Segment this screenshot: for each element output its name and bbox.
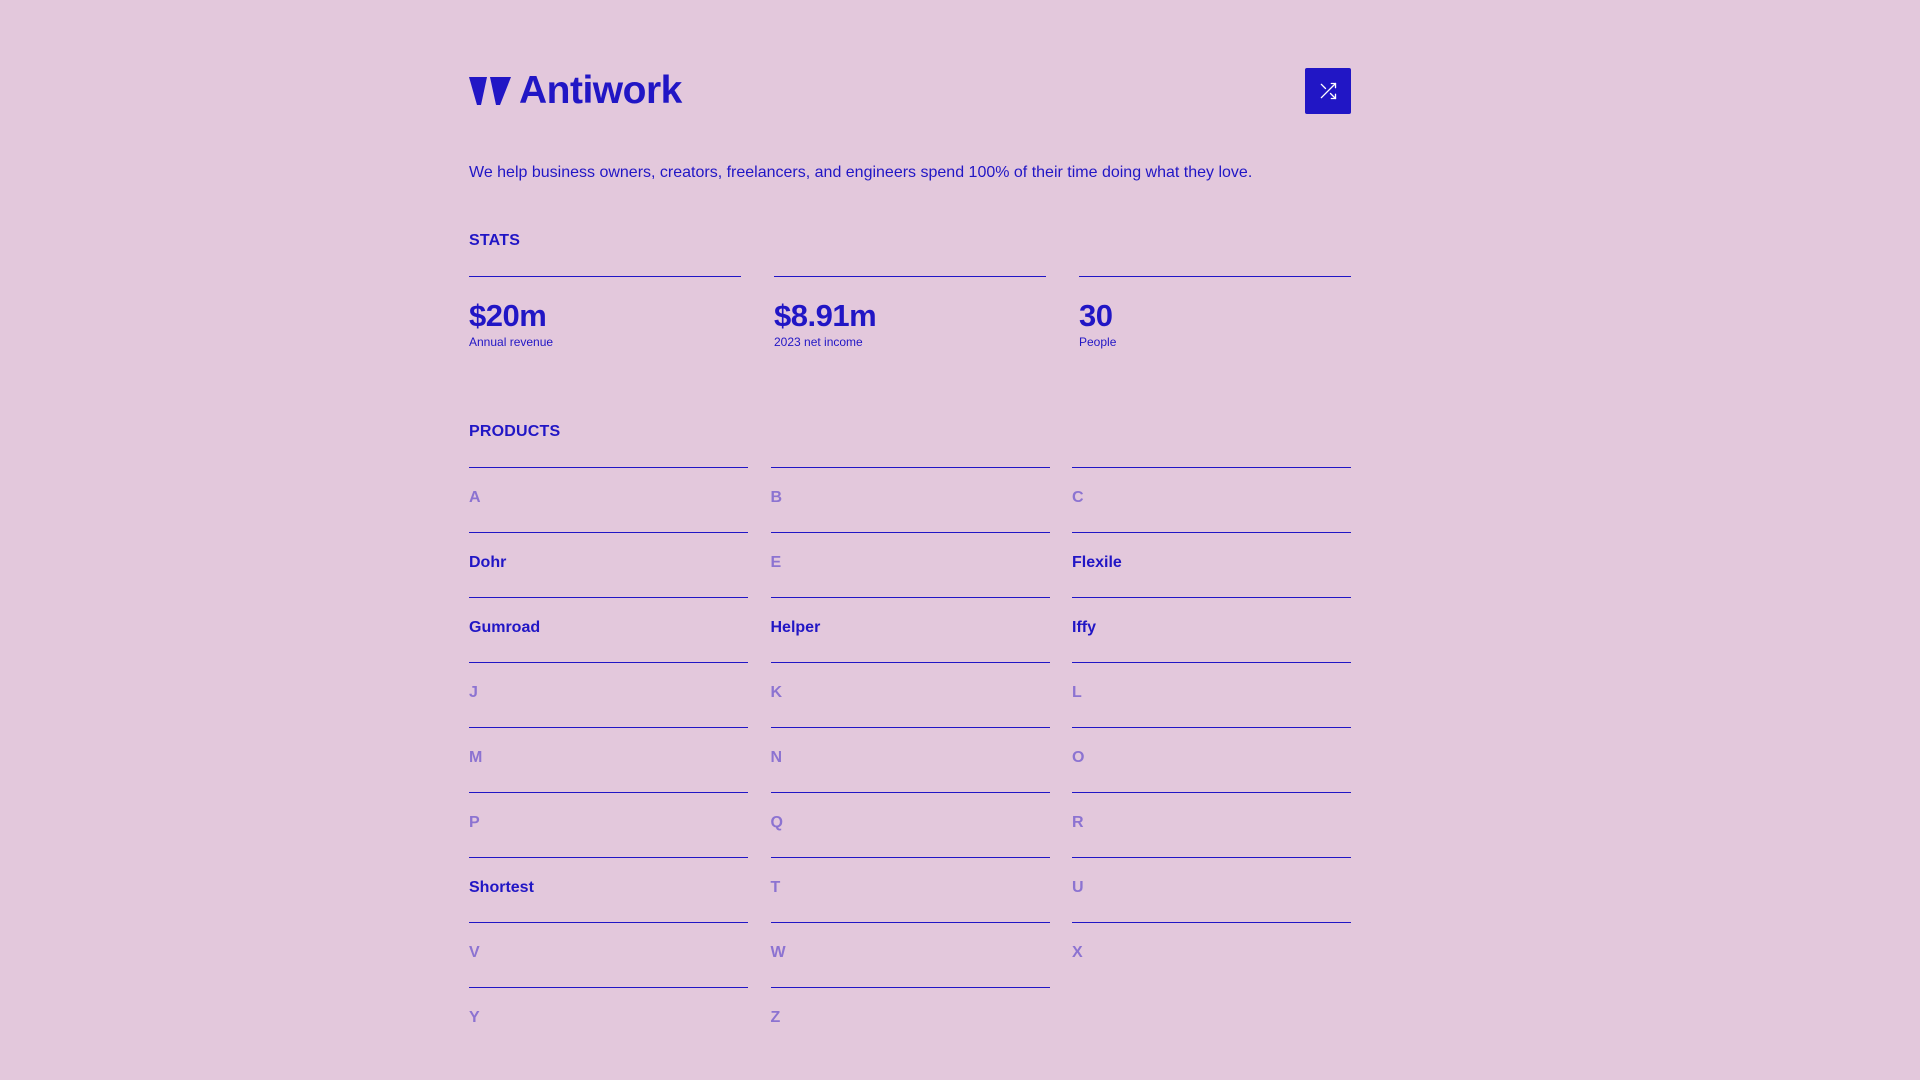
product-placeholder-b: B [770,467,1050,532]
stats-heading: STATS [469,232,521,249]
brand-name: Antiwork [519,69,682,112]
product-link-helper[interactable]: Helper [770,597,1050,662]
product-placeholder-o: O [1072,727,1351,792]
product-placeholder-e: E [770,532,1050,597]
product-placeholder-w: W [770,922,1050,987]
antiwork-logo-icon [469,77,511,105]
product-link-iffy[interactable]: Iffy [1072,597,1351,662]
product-placeholder-q: Q [770,792,1050,857]
shuffle-button[interactable] [1305,68,1351,114]
stat-item: $20m Annual revenue [469,276,741,349]
product-link-gumroad[interactable]: Gumroad [469,597,748,662]
product-placeholder-p: P [469,792,748,857]
logo[interactable]: Antiwork [469,70,682,112]
stat-label: People [1079,335,1117,349]
product-placeholder-x: X [1072,922,1351,987]
page-container: Antiwork We help business owners, creato… [469,0,1351,1026]
stat-value: $20m [469,298,547,333]
product-placeholder-j: J [469,662,748,727]
header: Antiwork We help business owners, creato… [469,0,1351,182]
shuffle-icon [1320,82,1337,100]
product-placeholder-z: Z [770,987,1050,1052]
product-placeholder-c: C [1072,467,1351,532]
product-link-dohr[interactable]: Dohr [469,532,748,597]
products-heading: PRODUCTS [469,423,561,440]
stat-value: $8.91m [774,298,877,333]
stat-value: 30 [1079,298,1113,333]
product-placeholder-a: A [469,467,748,532]
stat-label: Annual revenue [469,335,554,349]
product-placeholder-u: U [1072,857,1351,922]
product-placeholder-t: T [770,857,1050,922]
stat-label: 2023 net income [774,335,863,349]
stat-item: 30 People [1079,276,1351,349]
product-link-flexile[interactable]: Flexile [1072,532,1351,597]
stats-list: $20m Annual revenue $8.91m 2023 net income 3… [469,276,1351,349]
products-grid: A B C Dohr E Flexile Gumroad Helper Iffy J K L M N O P Q… [469,467,1351,1052]
product-placeholder-l: L [1072,662,1351,727]
product-placeholder-r: R [1072,792,1351,857]
product-placeholder-n: N [770,727,1050,792]
product-placeholder-m: M [469,727,748,792]
product-placeholder-y: Y [469,987,748,1052]
tagline: We help business owners, creators, freel… [469,164,1253,181]
product-placeholder-v: V [469,922,748,987]
product-link-shortest[interactable]: Shortest [469,857,748,922]
stat-item: $8.91m 2023 net income [774,276,1046,349]
product-placeholder-k: K [770,662,1050,727]
